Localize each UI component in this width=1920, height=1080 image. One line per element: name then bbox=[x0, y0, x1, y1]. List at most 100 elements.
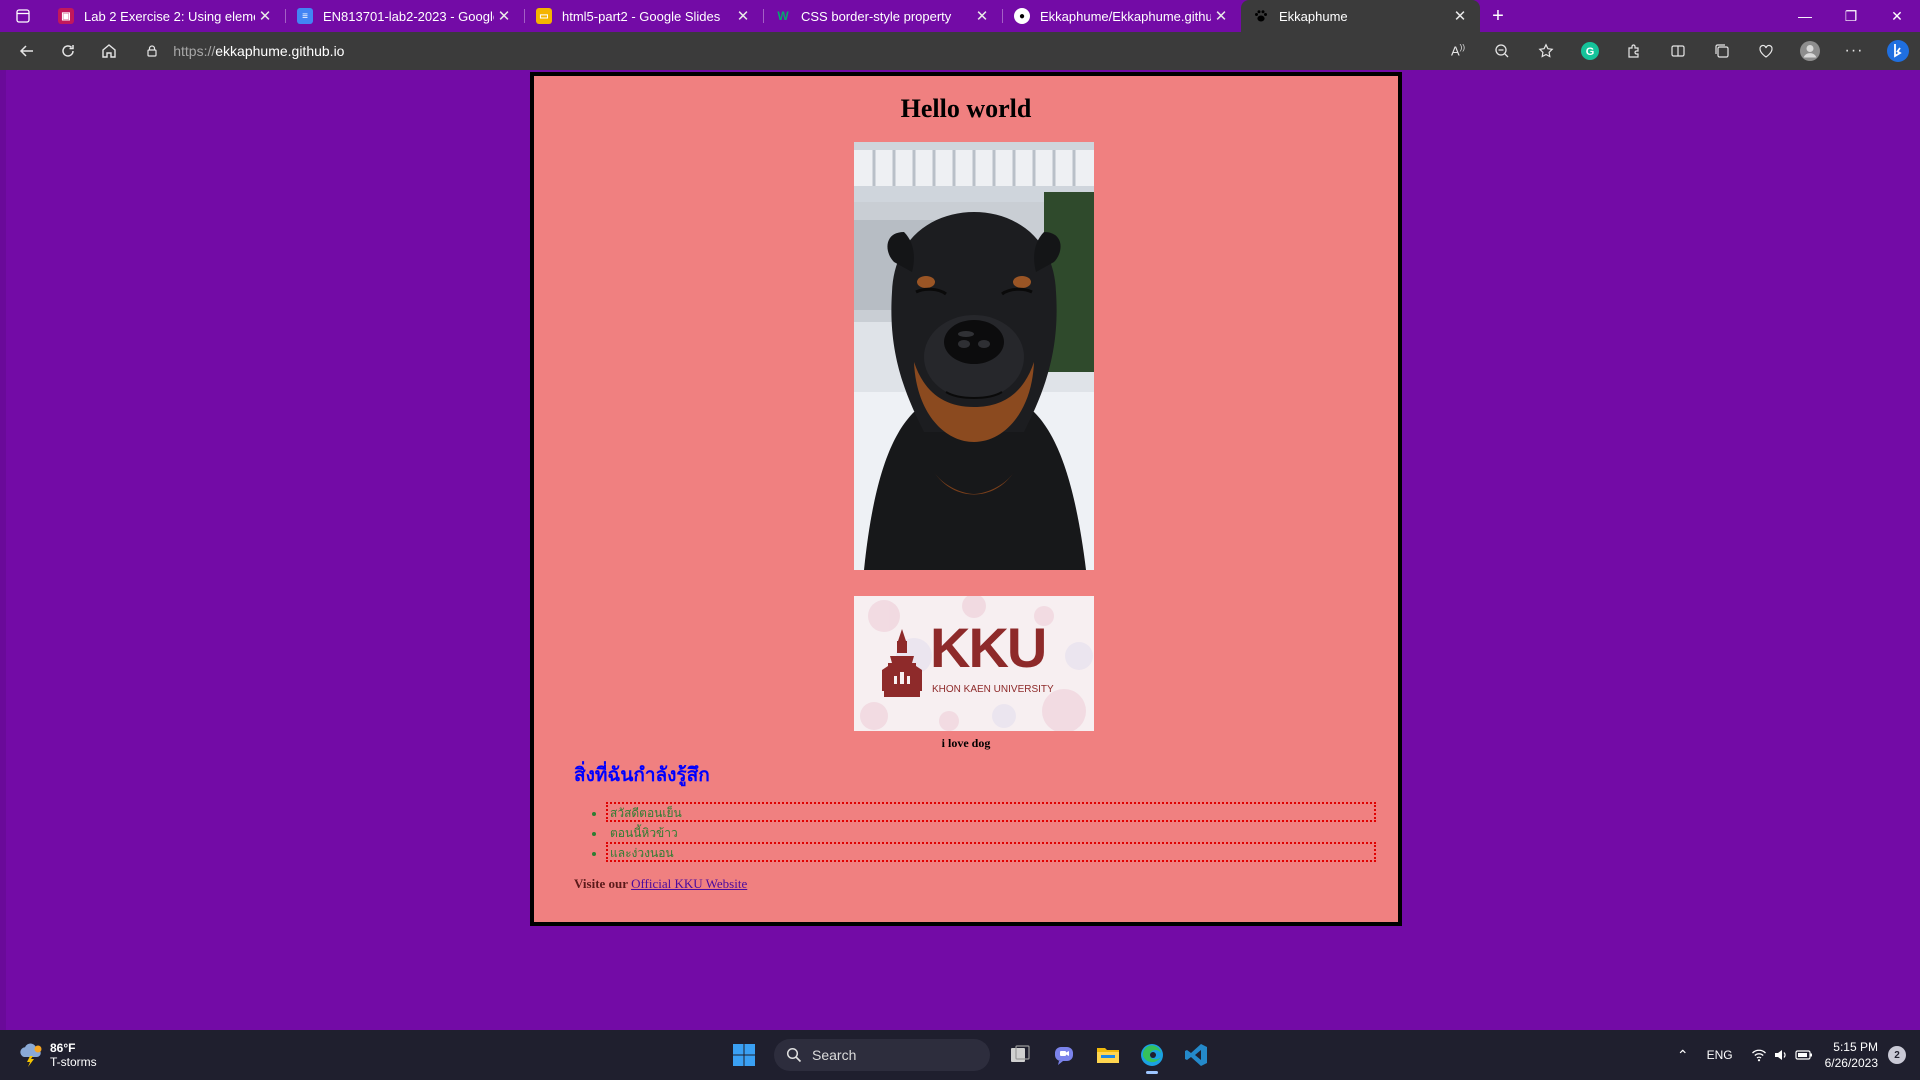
thunderstorm-icon bbox=[20, 1043, 42, 1067]
tab-css-border-style[interactable]: W CSS border-style property ✕ bbox=[763, 0, 1002, 32]
zoom-out-button[interactable] bbox=[1480, 35, 1524, 67]
back-button[interactable] bbox=[8, 35, 45, 67]
tab-github-repo[interactable]: ● Ekkaphume/Ekkaphume.github.io ✕ bbox=[1002, 0, 1241, 32]
list-item: และง่วงนอน bbox=[606, 842, 1376, 862]
heart-pulse-icon bbox=[1759, 44, 1773, 58]
edge-browser-button[interactable] bbox=[1132, 1035, 1172, 1075]
visit-prefix: Visite our bbox=[574, 876, 628, 891]
notification-badge[interactable]: 2 bbox=[1888, 1046, 1906, 1064]
new-tab-button[interactable]: + bbox=[1480, 0, 1516, 32]
language-indicator[interactable]: ENG bbox=[1707, 1048, 1733, 1062]
svg-text:G: G bbox=[1586, 46, 1595, 58]
github-icon: ● bbox=[1014, 8, 1030, 24]
clock[interactable]: 5:15 PM 6/26/2023 bbox=[1825, 1039, 1878, 1071]
teams-chat-icon bbox=[1055, 1047, 1073, 1065]
edge-icon bbox=[1141, 1044, 1163, 1066]
back-arrow-icon bbox=[19, 45, 33, 57]
close-tab-icon[interactable]: ✕ bbox=[733, 7, 753, 25]
bing-chat-button[interactable] bbox=[1876, 35, 1920, 67]
page-viewport: Hello world KKU KHON KAEN UNIVERSITY i l… bbox=[0, 70, 1920, 1030]
tab-title: Lab 2 Exercise 2: Using element f bbox=[84, 8, 255, 24]
restore-button[interactable]: ❐ bbox=[1828, 0, 1874, 32]
lock-icon[interactable] bbox=[145, 44, 159, 58]
tab-google-docs[interactable]: ≡ EN813701-lab2-2023 - Google Do ✕ bbox=[285, 0, 524, 32]
search-placeholder: Search bbox=[812, 1047, 857, 1063]
tab-google-slides[interactable]: ▭ html5-part2 - Google Slides ✕ bbox=[524, 0, 763, 32]
read-aloud-icon: A)) bbox=[1450, 43, 1465, 59]
collections-button[interactable] bbox=[1700, 35, 1744, 67]
home-icon bbox=[101, 44, 116, 58]
system-tray: ⌃ ENG 5:15 PM 6/26/2023 2 bbox=[1677, 1030, 1906, 1080]
windows-logo-icon bbox=[733, 1044, 755, 1066]
chevron-up-icon[interactable]: ⌃ bbox=[1677, 1047, 1689, 1064]
task-view-button[interactable] bbox=[1000, 1035, 1040, 1075]
wifi-icon[interactable] bbox=[1751, 1047, 1767, 1063]
tab-actions-button[interactable] bbox=[0, 0, 46, 32]
more-options-button[interactable]: ··· bbox=[1832, 35, 1876, 67]
clock-date: 6/26/2023 bbox=[1824, 1056, 1878, 1070]
kku-website-link[interactable]: Official KKU Website bbox=[631, 876, 747, 891]
tab-title: Ekkaphume/Ekkaphume.github.io bbox=[1040, 8, 1211, 24]
w3schools-icon: W bbox=[777, 9, 789, 23]
tab-ekkaphume[interactable]: Ekkaphume ✕ bbox=[1241, 0, 1480, 32]
browser-essentials-button[interactable] bbox=[1744, 35, 1788, 67]
start-button[interactable] bbox=[724, 1035, 764, 1075]
tab-title: html5-part2 - Google Slides bbox=[562, 8, 721, 24]
content-box: Hello world KKU KHON KAEN UNIVERSITY i l… bbox=[530, 72, 1402, 926]
profile-button[interactable] bbox=[1788, 35, 1832, 67]
url-host: ekkaphume.github.io bbox=[215, 43, 345, 59]
url-scheme: https:// bbox=[173, 43, 216, 59]
file-explorer-button[interactable] bbox=[1088, 1035, 1128, 1075]
collections-icon bbox=[1715, 44, 1729, 58]
tab-strip: ▣ Lab 2 Exercise 2: Using element f ✕ ≡ … bbox=[46, 0, 1480, 32]
vscode-icon bbox=[1185, 1044, 1207, 1066]
read-aloud-button[interactable]: A)) bbox=[1436, 35, 1480, 67]
taskbar-search[interactable]: Search bbox=[774, 1039, 990, 1071]
dog-photo bbox=[854, 142, 1094, 570]
home-button[interactable] bbox=[90, 35, 127, 67]
teams-chat-button[interactable] bbox=[1044, 1035, 1084, 1075]
minimize-button[interactable]: — bbox=[1782, 0, 1828, 32]
list-item: ตอนนี้หิวข้าว bbox=[606, 822, 1376, 842]
visit-line: Visite our Official KKU Website bbox=[574, 876, 747, 892]
puzzle-icon bbox=[1628, 44, 1639, 58]
reload-icon bbox=[61, 45, 74, 57]
close-tab-icon[interactable]: ✕ bbox=[255, 7, 275, 25]
favorite-button[interactable] bbox=[1524, 35, 1568, 67]
close-tab-icon[interactable]: ✕ bbox=[1450, 7, 1470, 25]
volume-icon[interactable] bbox=[1773, 1047, 1789, 1063]
paw-icon bbox=[1253, 8, 1269, 24]
vscode-button[interactable] bbox=[1176, 1035, 1216, 1075]
google-docs-icon: ≡ bbox=[297, 8, 313, 24]
more-dots-icon: ··· bbox=[1844, 42, 1864, 59]
reload-button[interactable] bbox=[49, 35, 86, 67]
kku-logo: KKU KHON KAEN UNIVERSITY bbox=[854, 596, 1094, 731]
google-slides-icon: ▭ bbox=[536, 8, 552, 24]
avatar bbox=[1799, 41, 1820, 61]
docs-pink-icon: ▣ bbox=[58, 8, 74, 24]
star-icon bbox=[1538, 43, 1554, 58]
search-icon bbox=[786, 1047, 802, 1063]
browser-toolbar: https://ekkaphume.github.io A)) G ··· bbox=[0, 32, 1920, 70]
extensions-button[interactable] bbox=[1612, 35, 1656, 67]
window-controls: — ❐ ✕ bbox=[1782, 0, 1920, 32]
weather-widget[interactable]: 86°F T-storms bbox=[18, 1041, 97, 1069]
tab-title: Ekkaphume bbox=[1279, 8, 1348, 24]
close-window-button[interactable]: ✕ bbox=[1874, 0, 1920, 32]
taskbar: 86°F T-storms Search ⌃ ENG 5:15 PM 6/26/… bbox=[0, 1030, 1920, 1080]
grammarly-button[interactable]: G bbox=[1568, 35, 1612, 67]
folder-icon bbox=[1097, 1048, 1119, 1063]
address-bar[interactable]: https://ekkaphume.github.io bbox=[135, 36, 1430, 66]
close-tab-icon[interactable]: ✕ bbox=[494, 7, 514, 25]
close-tab-icon[interactable]: ✕ bbox=[1211, 7, 1231, 25]
toolbar-right-tools: A)) G ··· bbox=[1436, 35, 1920, 67]
tab-lab2-exercise[interactable]: ▣ Lab 2 Exercise 2: Using element f ✕ bbox=[46, 0, 285, 32]
close-tab-icon[interactable]: ✕ bbox=[972, 7, 992, 25]
tab-actions-icon bbox=[16, 9, 30, 23]
battery-icon[interactable] bbox=[1795, 1047, 1813, 1063]
figure-caption: i love dog bbox=[941, 736, 991, 750]
tab-bar: ▣ Lab 2 Exercise 2: Using element f ✕ ≡ … bbox=[0, 0, 1920, 32]
split-screen-button[interactable] bbox=[1656, 35, 1700, 67]
kku-logo-name: KHON KAEN UNIVERSITY bbox=[932, 684, 1054, 695]
task-view-icon bbox=[1011, 1045, 1030, 1062]
